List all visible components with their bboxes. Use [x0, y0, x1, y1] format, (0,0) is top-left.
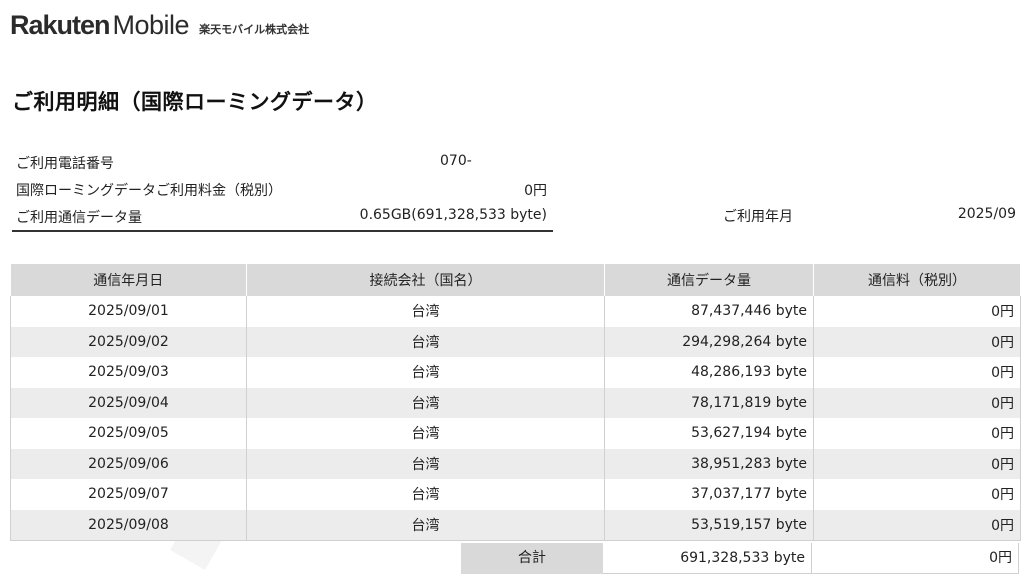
cell-fee: 0円 [813, 296, 1021, 327]
table-row: 2025/09/07 台湾 37,037,177 byte 0円 [10, 479, 1021, 510]
cell-data: 48,286,193 byte [604, 357, 814, 388]
cell-date: 2025/09/07 [10, 479, 247, 510]
cell-fee: 0円 [813, 387, 1021, 418]
total-data: 691,328,533 byte [603, 543, 812, 574]
fee-label: 国際ローミングデータご利用料金（税別） [16, 183, 282, 199]
cell-fee: 0円 [813, 448, 1021, 479]
cell-data: 294,298,264 byte [604, 326, 814, 357]
col-header-date: 通信年月日 [10, 264, 247, 296]
col-header-fee: 通信料（税別） [813, 264, 1021, 296]
cell-date: 2025/09/08 [10, 509, 247, 540]
cell-carrier: 台湾 [246, 479, 605, 510]
table-row: 2025/09/05 台湾 53,627,194 byte 0円 [10, 418, 1021, 449]
cell-data: 37,037,177 byte [604, 479, 814, 510]
usage-period-label: ご利用年月 [723, 209, 793, 225]
roaming-detail-table: 通信年月日 接続会社（国名） 通信データ量 通信料（税別） 2025/09/01… [10, 264, 1021, 541]
cell-fee: 0円 [813, 418, 1021, 449]
cell-fee: 0円 [813, 357, 1021, 388]
page-title: ご利用明細（国際ローミングデータ） [12, 90, 378, 114]
phone-label: ご利用電話番号 [16, 156, 114, 172]
cell-date: 2025/09/06 [10, 448, 247, 479]
fee-value: 0円 [524, 183, 547, 199]
col-header-carrier: 接続会社（国名） [246, 264, 605, 296]
table-row: 2025/09/03 台湾 48,286,193 byte 0円 [10, 357, 1021, 388]
cell-date: 2025/09/04 [10, 387, 247, 418]
summary-row-data: ご利用通信データ量 0.65GB(691,328,533 byte) [12, 203, 553, 230]
cell-carrier: 台湾 [246, 387, 605, 418]
cell-carrier: 台湾 [246, 357, 605, 388]
total-row: 合計 691,328,533 byte 0円 [461, 543, 1019, 574]
cell-fee: 0円 [813, 509, 1021, 540]
phone-value: 070- [440, 153, 472, 169]
cell-carrier: 台湾 [246, 448, 605, 479]
cell-fee: 0円 [813, 479, 1021, 510]
logo-rakuten: Rakuten [10, 10, 111, 40]
cell-fee: 0円 [813, 326, 1021, 357]
table-row: 2025/09/01 台湾 87,437,446 byte 0円 [10, 296, 1021, 327]
cell-carrier: 台湾 [246, 326, 605, 357]
col-header-data: 通信データ量 [604, 264, 814, 296]
table-row: 2025/09/06 台湾 38,951,283 byte 0円 [10, 448, 1021, 479]
cell-data: 53,627,194 byte [604, 418, 814, 449]
page-header: Rakuten Mobile 楽天モバイル株式会社 [10, 12, 309, 39]
cell-data: 87,437,446 byte [604, 296, 814, 327]
cell-carrier: 台湾 [246, 509, 605, 540]
rakuten-mobile-logo: Rakuten Mobile [10, 10, 190, 40]
cell-carrier: 台湾 [246, 418, 605, 449]
cell-date: 2025/09/01 [10, 296, 247, 327]
cell-date: 2025/09/02 [10, 326, 247, 357]
usage-period-value: 2025/09 [957, 206, 1016, 222]
data-value: 0.65GB(691,328,533 byte) [359, 207, 547, 223]
summary-row-phone: ご利用電話番号 070- [12, 149, 553, 176]
cell-data: 38,951,283 byte [604, 448, 814, 479]
total-label: 合計 [461, 543, 603, 574]
table-row: 2025/09/04 台湾 78,171,819 byte 0円 [10, 387, 1021, 418]
company-name: 楽天モバイル株式会社 [199, 23, 310, 36]
summary-row-fee: 国際ローミングデータご利用料金（税別） 0円 [12, 176, 553, 203]
logo-mobile: Mobile [112, 10, 190, 40]
cell-data: 78,171,819 byte [604, 387, 814, 418]
table-row: 2025/09/02 台湾 294,298,264 byte 0円 [10, 326, 1021, 357]
total-fee: 0円 [812, 543, 1019, 574]
cell-date: 2025/09/05 [10, 418, 247, 449]
data-label: ご利用通信データ量 [16, 210, 142, 226]
cell-data: 53,519,157 byte [604, 509, 814, 540]
summary-block: ご利用電話番号 070- 国際ローミングデータご利用料金（税別） 0円 ご利用通… [12, 149, 553, 232]
table-header-row: 通信年月日 接続会社（国名） 通信データ量 通信料（税別） [10, 264, 1021, 296]
table-row: 2025/09/08 台湾 53,519,157 byte 0円 [10, 509, 1021, 540]
cell-date: 2025/09/03 [10, 357, 247, 388]
cell-carrier: 台湾 [246, 296, 605, 327]
